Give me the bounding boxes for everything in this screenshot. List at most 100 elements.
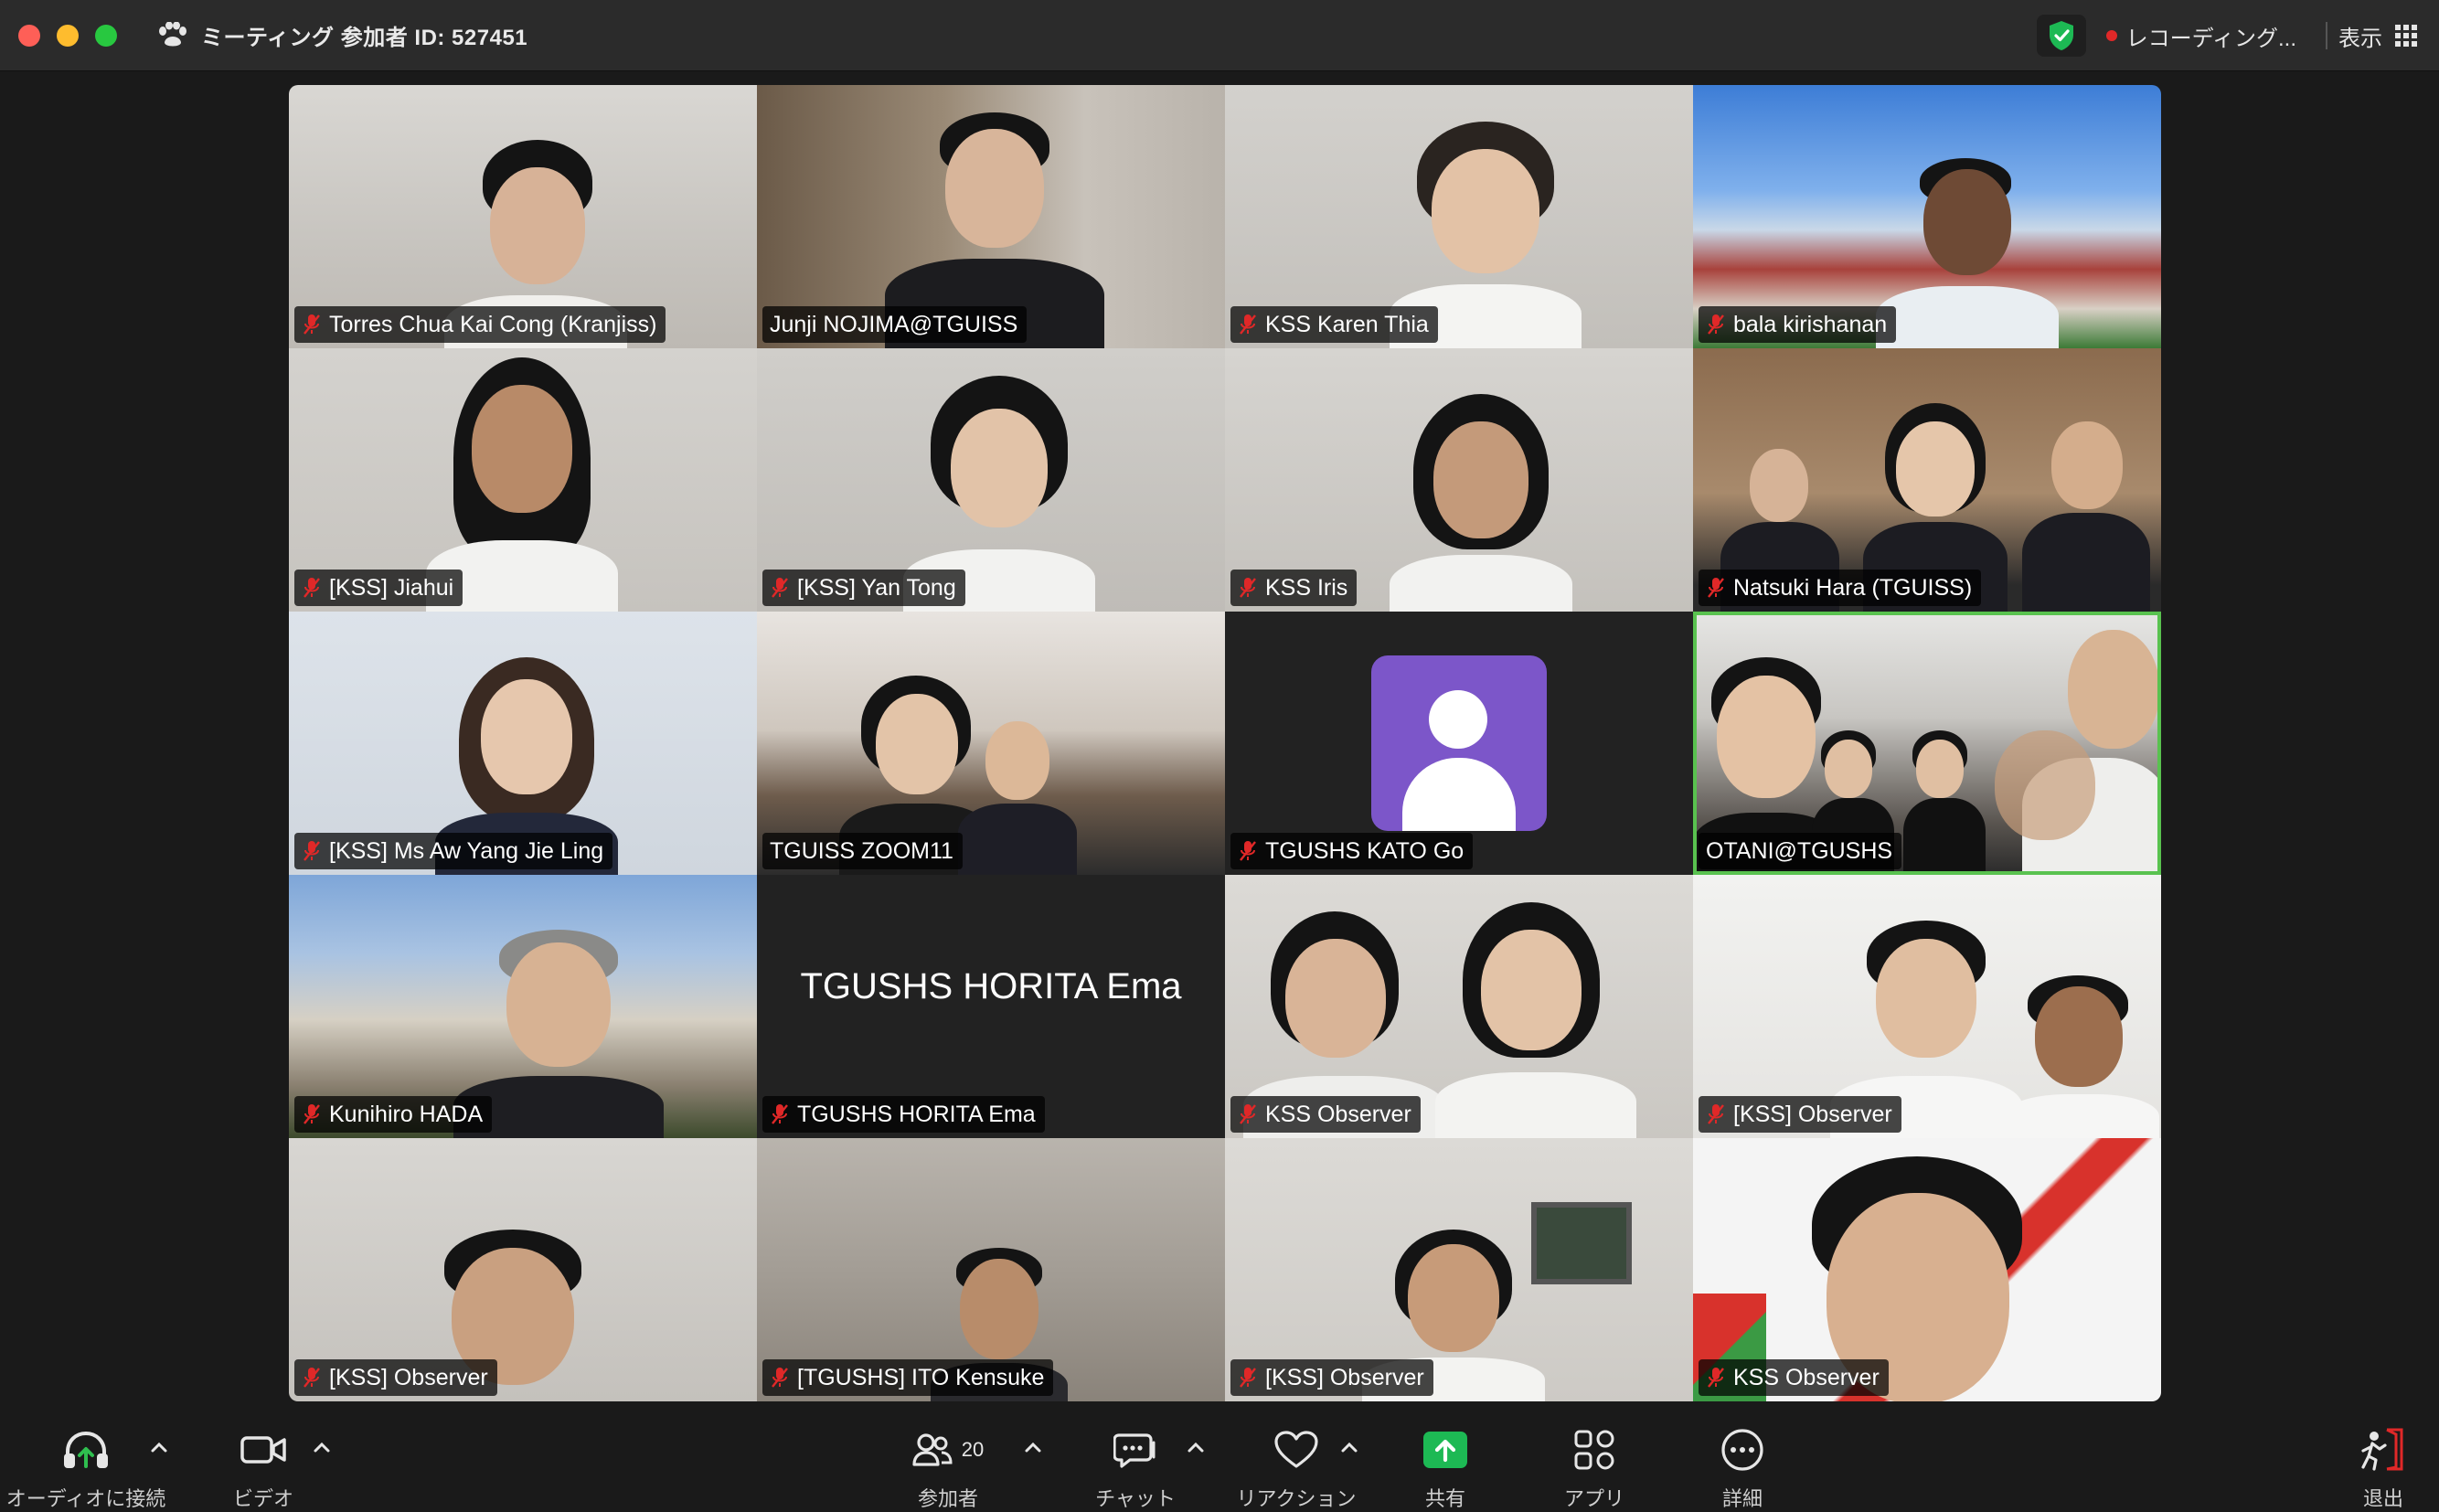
participant-name: bala kirishanan: [1733, 311, 1888, 337]
gallery-view: Torres Chua Kai Cong (Kranjiss) Junji NO…: [289, 85, 2161, 1401]
wall-screen: [1531, 1202, 1632, 1284]
security-button[interactable]: [2036, 15, 2086, 57]
participant-name: [KSS] Ms Aw Yang Jie Ling: [329, 837, 604, 864]
participant-name-tag: bala kirishanan: [1699, 306, 1897, 343]
muted-mic-icon: [1240, 578, 1256, 598]
chat-options-caret-icon[interactable]: [1187, 1441, 1205, 1453]
video-tile[interactable]: [KSS] Yan Tong: [757, 348, 1225, 612]
share-label: 共有: [1424, 1487, 1465, 1510]
participant-name: [KSS] Observer: [329, 1364, 488, 1390]
participant-name: TGUSHS KATO Go: [1265, 837, 1464, 864]
video-tile[interactable]: KSS Observer: [1693, 1138, 2161, 1401]
participant-display-name: TGUSHS HORITA Ema: [800, 966, 1182, 1006]
paw-icon: [159, 21, 186, 46]
participant-name: Torres Chua Kai Cong (Kranjiss): [329, 311, 657, 337]
participant-name-tag: [KSS] Jiahui: [294, 570, 463, 606]
muted-mic-icon: [1708, 314, 1724, 335]
view-label: 表示: [2338, 26, 2382, 51]
muted-mic-icon: [1708, 1104, 1724, 1124]
title-bar-right: レコーディング... 表示: [2036, 0, 2439, 71]
participant-name-tag: Torres Chua Kai Cong (Kranjiss): [294, 306, 666, 343]
video-tile[interactable]: Junji NOJIMA@TGUISS: [757, 85, 1225, 348]
participant-name-tag: [TGUSHS] ITO Kensuke: [762, 1359, 1054, 1396]
audio-button[interactable]: オーディオに接続: [0, 1428, 172, 1512]
participant-name: [KSS] Observer: [1733, 1101, 1892, 1127]
muted-mic-icon: [772, 1368, 788, 1388]
window-controls: [18, 24, 117, 47]
recording-dot-icon: [2105, 30, 2117, 41]
video-tile[interactable]: KSS Karen Thia: [1225, 85, 1693, 348]
headphones-icon: [64, 1431, 108, 1468]
participant-name-tag: OTANI@TGUSHS: [1699, 833, 1902, 869]
audio-label: オーディオに接続: [5, 1487, 166, 1510]
title-bar: ミーティング 参加者 ID: 527451 レコーディング... 表示: [0, 0, 2439, 71]
muted-mic-icon: [1240, 1104, 1256, 1124]
audio-options-caret-icon[interactable]: [150, 1441, 168, 1453]
video-tile[interactable]: [KSS] Jiahui: [289, 348, 757, 612]
participant-name: TGUISS ZOOM11: [770, 837, 953, 864]
participant-name: [KSS] Yan Tong: [797, 574, 956, 601]
muted-mic-icon: [1240, 314, 1256, 335]
recording-indicator[interactable]: レコーディング...: [2095, 20, 2315, 52]
gallery-grid-icon: [2395, 25, 2417, 47]
participants-icon: [912, 1433, 953, 1466]
video-tile[interactable]: [KSS] Observer: [1225, 1138, 1693, 1401]
close-window-button[interactable]: [18, 24, 40, 47]
participant-name-tag: [KSS] Yan Tong: [762, 570, 965, 606]
shield-check-icon: [2049, 21, 2073, 50]
video-tile[interactable]: [KSS] Observer: [289, 1138, 757, 1401]
video-tile[interactable]: bala kirishanan: [1693, 85, 2161, 348]
video-tile[interactable]: TGUISS ZOOM11: [757, 612, 1225, 875]
recording-label: レコーディング...: [2125, 26, 2296, 51]
apps-label: アプリ: [1563, 1487, 1624, 1510]
muted-mic-icon: [1240, 1368, 1256, 1388]
participant-name-tag: KSS Observer: [1230, 1096, 1421, 1133]
video-options-caret-icon[interactable]: [313, 1441, 331, 1453]
reactions-options-caret-icon[interactable]: [1340, 1441, 1358, 1453]
muted-mic-icon: [304, 578, 320, 598]
meeting-toolbar: オーディオに接続 ビデオ 20 参加者 チャット リアクション 共有 アプリ 詳…: [0, 1408, 2439, 1510]
video-tile[interactable]: [TGUSHS] ITO Kensuke: [757, 1138, 1225, 1401]
leave-button[interactable]: 退出: [2355, 1428, 2412, 1512]
share-button[interactable]: 共有: [1417, 1428, 1474, 1512]
video-tile-no-video[interactable]: TGUSHS HORITA Ema TGUSHS HORITA Ema: [757, 875, 1225, 1138]
apps-icon: [1574, 1430, 1614, 1470]
video-tile[interactable]: KSS Observer: [1225, 875, 1693, 1138]
divider: [2326, 22, 2327, 49]
maximize-window-button[interactable]: [95, 24, 117, 47]
muted-mic-icon: [1240, 841, 1256, 861]
video-tile[interactable]: Kunihiro HADA: [289, 875, 757, 1138]
participant-name: [KSS] Observer: [1265, 1364, 1424, 1390]
video-tile[interactable]: [KSS] Observer: [1693, 875, 2161, 1138]
video-tile[interactable]: [KSS] Ms Aw Yang Jie Ling: [289, 612, 757, 875]
participants-options-caret-icon[interactable]: [1024, 1441, 1042, 1453]
video-tile[interactable]: KSS Iris: [1225, 348, 1693, 612]
view-button[interactable]: 表示: [2338, 20, 2417, 52]
video-tile[interactable]: Natsuki Hara (TGUISS): [1693, 348, 2161, 612]
participant-name: KSS Observer: [1733, 1364, 1880, 1390]
leave-label: 退出: [2362, 1487, 2403, 1510]
participant-name: [TGUSHS] ITO Kensuke: [797, 1364, 1045, 1390]
participant-name-tag: TGUSHS HORITA Ema: [762, 1096, 1045, 1133]
minimize-window-button[interactable]: [57, 24, 79, 47]
participants-button[interactable]: 20 参加者: [905, 1428, 991, 1512]
participant-name-tag: [KSS] Observer: [294, 1359, 497, 1396]
participant-name-tag: [KSS] Observer: [1699, 1096, 1901, 1133]
muted-mic-icon: [304, 1104, 320, 1124]
more-button[interactable]: 詳細: [1706, 1428, 1779, 1512]
chat-button[interactable]: チャット: [1088, 1428, 1183, 1512]
video-tile[interactable]: Torres Chua Kai Cong (Kranjiss): [289, 85, 757, 348]
video-tile-no-video[interactable]: TGUSHS KATO Go: [1225, 612, 1693, 875]
video-button[interactable]: ビデオ: [218, 1428, 309, 1512]
muted-mic-icon: [1708, 1368, 1724, 1388]
chat-label: チャット: [1095, 1487, 1176, 1510]
participant-name: KSS Observer: [1265, 1101, 1411, 1127]
participant-name: Kunihiro HADA: [329, 1101, 484, 1127]
reactions-label: リアクション: [1236, 1487, 1357, 1510]
apps-button[interactable]: アプリ: [1558, 1428, 1631, 1512]
video-tile-active-speaker[interactable]: OTANI@TGUSHS: [1693, 612, 2161, 875]
participants-count: 20: [961, 1438, 985, 1461]
chat-icon: [1113, 1433, 1156, 1468]
avatar-placeholder-icon: [1371, 655, 1547, 831]
participant-name-tag: [KSS] Ms Aw Yang Jie Ling: [294, 833, 613, 869]
